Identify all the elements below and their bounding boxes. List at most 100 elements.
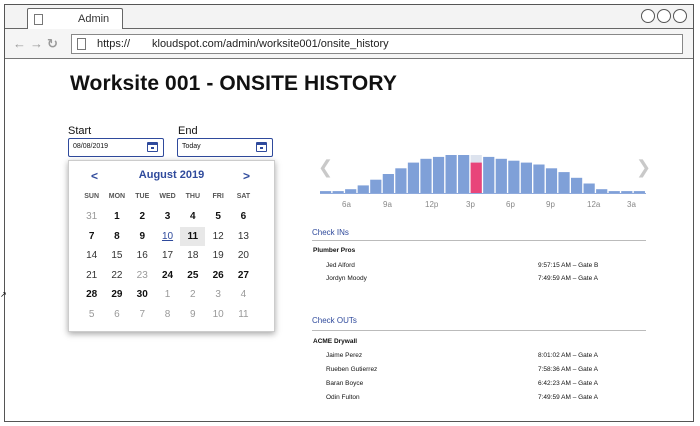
calendar-day[interactable]: 1: [155, 285, 180, 305]
window-button-icon[interactable]: [641, 9, 655, 23]
calendar-day[interactable]: 23: [130, 266, 155, 286]
weekday-label: WED: [159, 193, 176, 200]
calendar-day[interactable]: 27: [231, 266, 256, 286]
chart-bar[interactable]: [495, 158, 507, 193]
chart-bar[interactable]: [395, 168, 407, 193]
start-date-input[interactable]: 08/08/2019: [68, 138, 164, 157]
calendar-day[interactable]: 28: [79, 285, 104, 305]
chart-bar[interactable]: [458, 155, 470, 193]
chart-tick-label: 3a: [627, 200, 636, 209]
weekday-label: FRI: [212, 193, 224, 200]
calendar-day[interactable]: 7: [79, 227, 104, 247]
chart-bar[interactable]: [407, 162, 420, 193]
chart-bar[interactable]: [545, 168, 558, 193]
calendar-header: August 2019 < >: [69, 169, 274, 183]
calendar-day[interactable]: 15: [104, 246, 129, 266]
chart-bar[interactable]: [357, 185, 369, 193]
chart-tick-label: 12p: [425, 200, 439, 209]
calendar-day[interactable]: 26: [205, 266, 230, 286]
list-item-time: 7:49:59 AM – Gate A: [538, 394, 598, 401]
calendar-day[interactable]: 5: [205, 207, 230, 227]
start-label: Start: [68, 125, 92, 137]
calendar-day[interactable]: 30: [130, 285, 155, 305]
calendar-icon[interactable]: [147, 142, 158, 152]
calendar-day[interactable]: 3: [155, 207, 180, 227]
chart-bar[interactable]: [571, 177, 583, 193]
chart-tick-label: 6p: [506, 200, 515, 209]
tab-label: Admin: [78, 13, 110, 25]
list-item-time: 7:49:59 AM – Gate A: [538, 275, 598, 282]
calendar-day[interactable]: 31: [79, 207, 104, 227]
calendar-day[interactable]: 2: [180, 285, 205, 305]
calendar-day[interactable]: 6: [104, 305, 129, 325]
calendar-day[interactable]: 16: [130, 246, 155, 266]
chart-tick-label: 9a: [383, 200, 392, 209]
calendar-day[interactable]: 19: [205, 246, 230, 266]
chart-bar[interactable]: [508, 160, 520, 193]
next-month-button[interactable]: >: [243, 169, 250, 183]
window-button-icon[interactable]: [657, 9, 671, 23]
forward-icon[interactable]: →: [30, 37, 43, 50]
calendar-day[interactable]: 2: [130, 207, 155, 227]
calendar-day[interactable]: 13: [231, 227, 256, 247]
calendar-day[interactable]: 11: [180, 226, 206, 246]
list-item-time: 6:42:23 AM – Gate A: [538, 380, 598, 387]
chart-axis: [320, 193, 646, 194]
calendar-icon[interactable]: [256, 142, 267, 152]
calendar-day[interactable]: 14: [79, 246, 104, 266]
calendar-day[interactable]: 11: [231, 305, 256, 325]
url-scheme: https://: [97, 38, 131, 50]
calendar-day[interactable]: 25: [180, 266, 205, 286]
calendar-grid: SUN MON TUE WED THU FRI SAT 31 1 2 3 4 5 6 7 8 9 10 11 12 13…: [79, 191, 269, 324]
calendar-day[interactable]: 24: [155, 266, 180, 286]
calendar-day[interactable]: 9: [180, 305, 205, 325]
calendar-day[interactable]: 6: [231, 207, 256, 227]
chart-bar[interactable]: [432, 156, 445, 193]
page-title: Worksite 001 - ONSITE HISTORY: [70, 72, 397, 95]
calendar-day[interactable]: 4: [180, 207, 205, 227]
chart-bar[interactable]: [420, 158, 432, 193]
url-input[interactable]: https:// kloudspot.com/admin/worksite001…: [71, 34, 683, 54]
chart-bar[interactable]: [558, 172, 570, 193]
chart-bar[interactable]: [382, 174, 394, 193]
page-icon: [77, 38, 86, 50]
calendar-day[interactable]: 8: [104, 227, 129, 247]
chart-bar[interactable]: [533, 164, 545, 194]
checkins-title: Check INs: [312, 228, 349, 237]
calendar-day[interactable]: 10: [155, 227, 180, 247]
chart-bar-highlight[interactable]: [470, 162, 482, 193]
back-icon[interactable]: ←: [13, 37, 26, 50]
end-label: End: [178, 125, 198, 137]
chart-bar[interactable]: [370, 179, 382, 193]
window-button-icon[interactable]: [673, 9, 687, 23]
calendar-day[interactable]: 22: [104, 266, 129, 286]
chart-tick-label: 12a: [587, 200, 601, 209]
calendar-day[interactable]: 9: [130, 227, 155, 247]
reload-icon[interactable]: ↻: [47, 37, 58, 50]
calendar-day[interactable]: 4: [231, 285, 256, 305]
end-date-input[interactable]: Today: [177, 138, 273, 157]
list-item-name: Jaime Perez: [326, 352, 363, 359]
checkouts-title: Check OUTs: [312, 316, 357, 325]
calendar-day[interactable]: 5: [79, 305, 104, 325]
calendar-day[interactable]: 21: [79, 266, 104, 286]
calendar-day[interactable]: 7: [130, 305, 155, 325]
calendar-day[interactable]: 12: [205, 227, 230, 247]
chart-bar[interactable]: [520, 162, 532, 193]
calendar-day[interactable]: 17: [155, 246, 180, 266]
prev-month-button[interactable]: <: [91, 169, 98, 183]
calendar-day[interactable]: 29: [104, 285, 129, 305]
calendar-day[interactable]: 1: [104, 207, 129, 227]
list-item-time: 9:57:15 AM – Gate B: [538, 262, 599, 269]
browser-tab[interactable]: Admin: [27, 8, 123, 30]
chart-bar[interactable]: [445, 155, 457, 193]
date-picker: August 2019 < > SUN MON TUE WED THU FRI SAT 31 1…: [68, 160, 275, 332]
chart-bar[interactable]: [483, 156, 495, 193]
list-item-time: 8:01:02 AM – Gate A: [538, 352, 598, 359]
calendar-day[interactable]: 8: [155, 305, 180, 325]
calendar-day[interactable]: 3: [205, 285, 230, 305]
calendar-day[interactable]: 18: [180, 246, 205, 266]
calendar-day[interactable]: 10: [205, 305, 230, 325]
calendar-day[interactable]: 20: [231, 246, 256, 266]
chart-bar[interactable]: [583, 183, 595, 194]
